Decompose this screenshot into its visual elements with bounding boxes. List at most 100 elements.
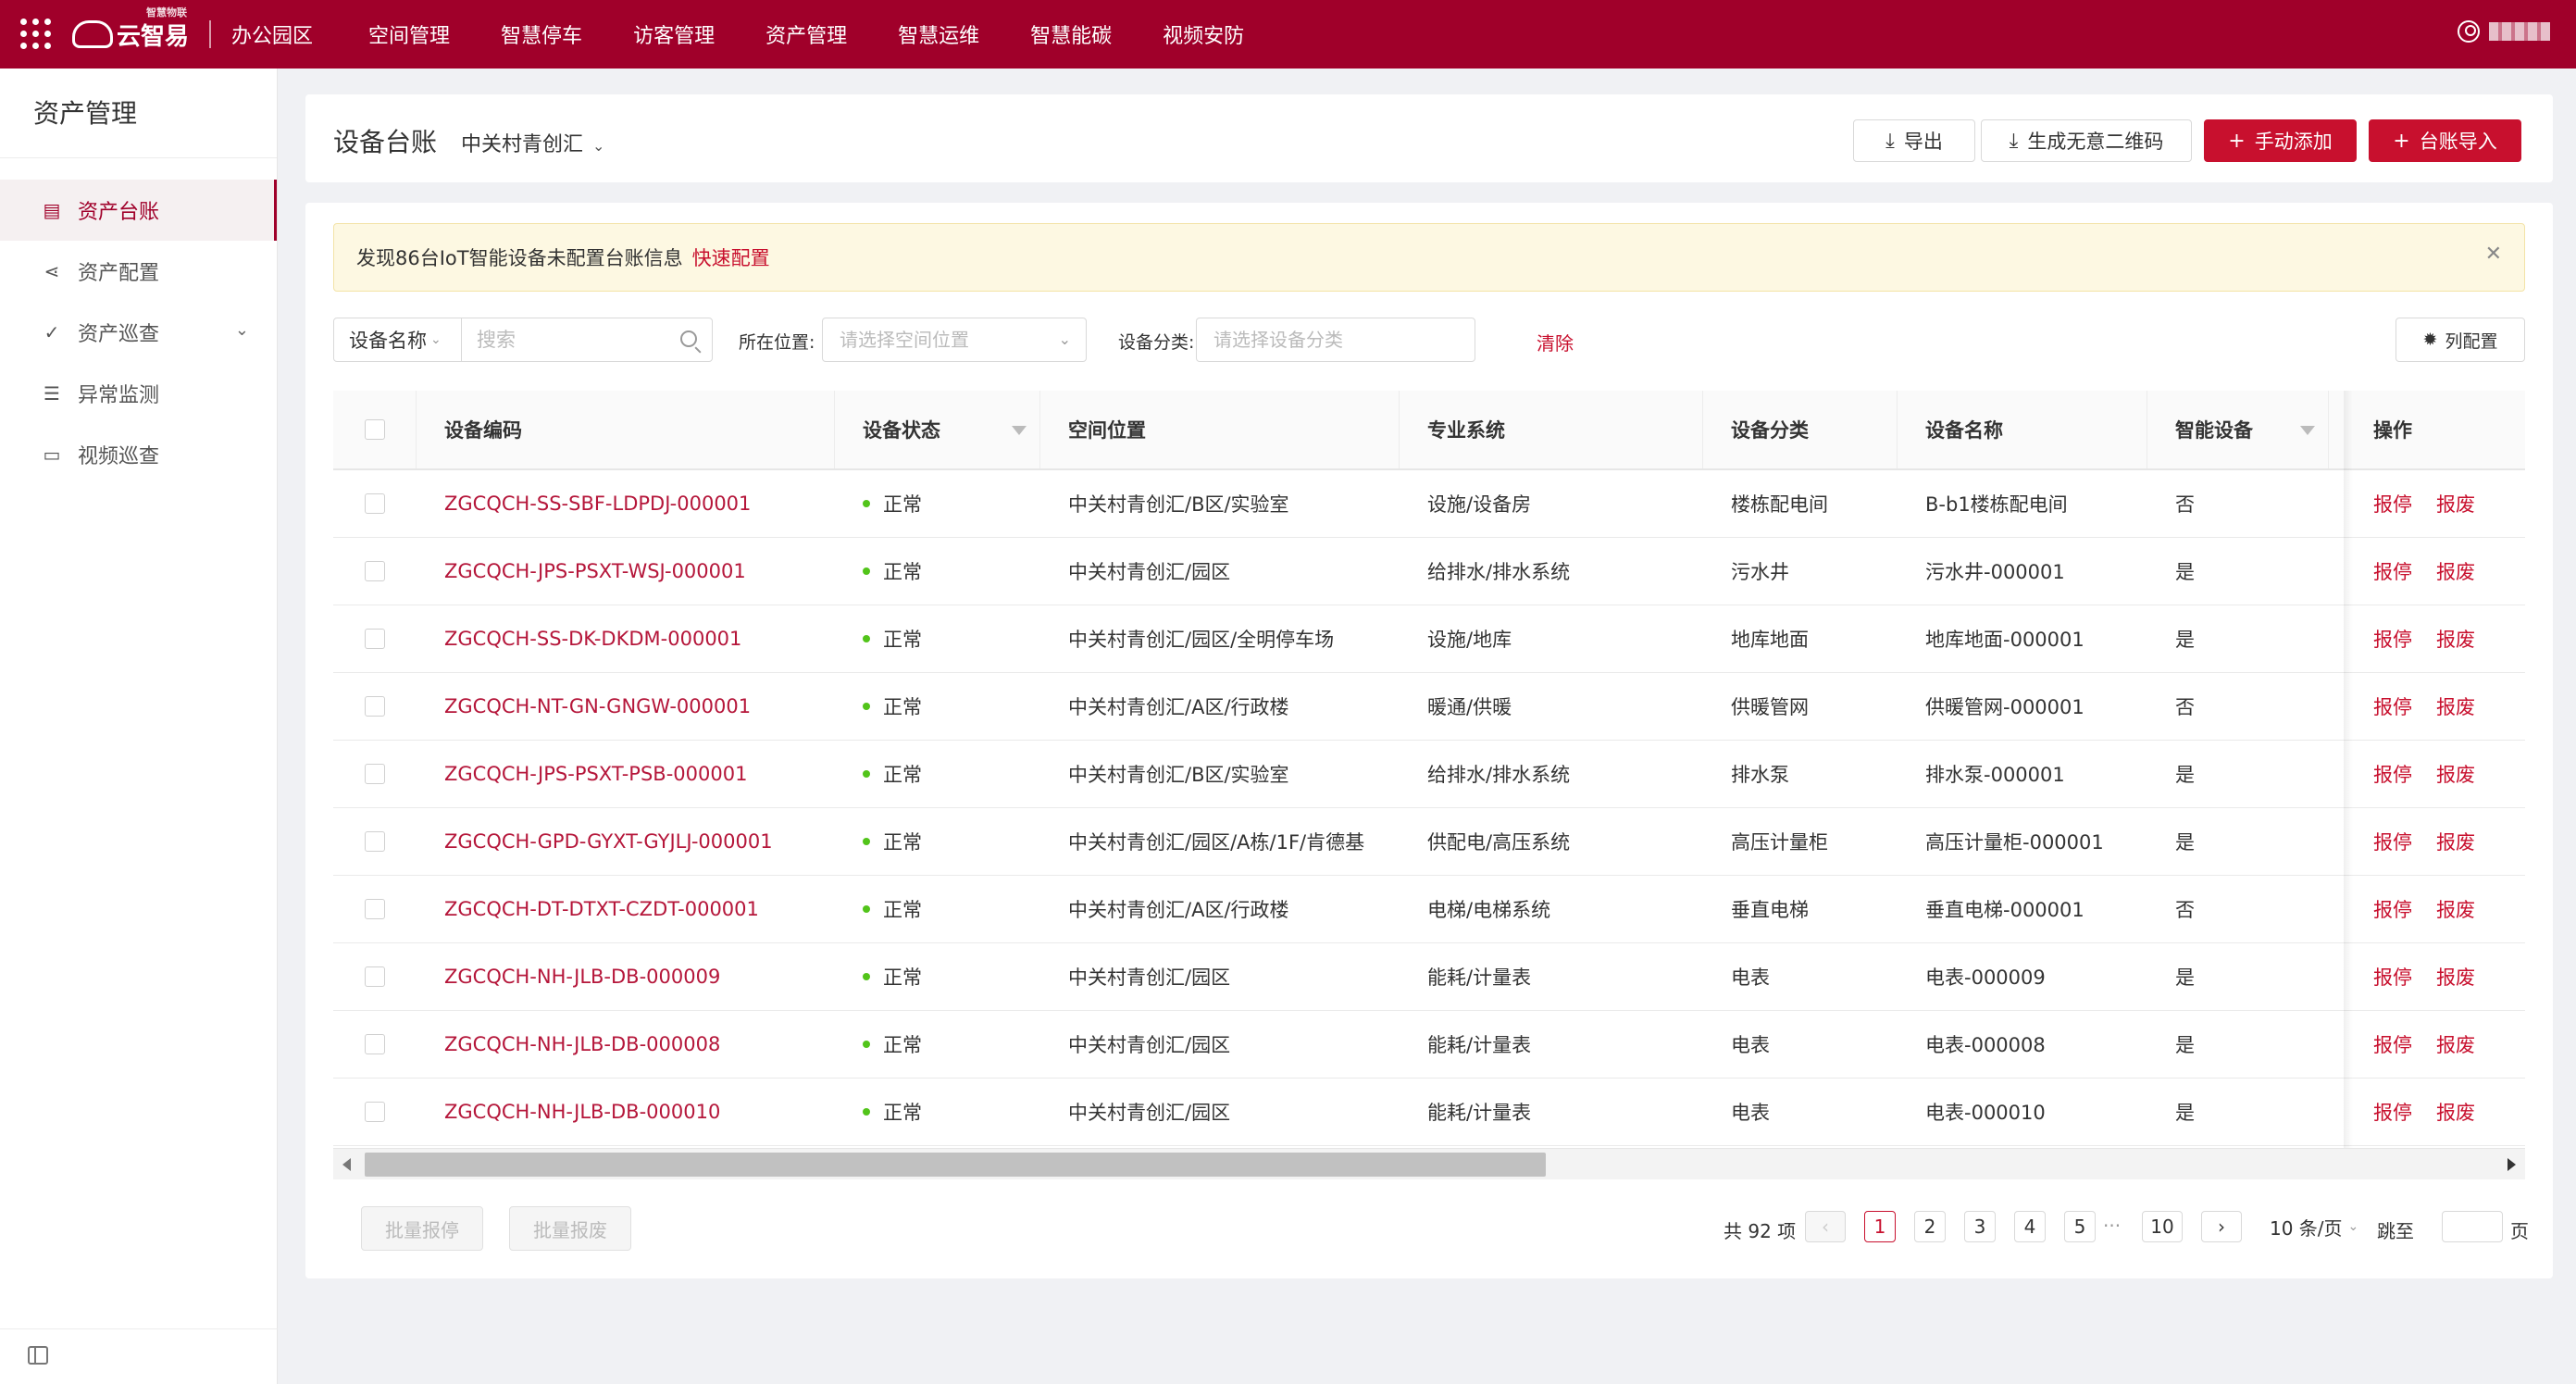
stop-action-link[interactable]: 报停 (2373, 828, 2412, 855)
cell-code[interactable]: ZGCQCH-NH-JLB-DB-000008 (417, 1011, 835, 1078)
jump-page-input[interactable] (2442, 1211, 2503, 1242)
row-checkbox[interactable] (365, 1034, 385, 1054)
horizontal-scrollbar[interactable] (333, 1148, 2525, 1179)
scrap-action-link[interactable]: 报废 (2436, 692, 2475, 720)
scrollbar-thumb[interactable] (365, 1153, 1546, 1177)
nav-item-visitor[interactable]: 访客管理 (633, 19, 715, 49)
search-input[interactable]: 搜索 (462, 318, 712, 361)
row-checkbox[interactable] (365, 899, 385, 919)
clear-filters-link[interactable]: 清除 (1537, 329, 1574, 355)
app-grid-icon[interactable] (20, 19, 52, 50)
nav-item-space[interactable]: 空间管理 (368, 19, 450, 49)
stop-action-link[interactable]: 报停 (2373, 625, 2412, 653)
scrap-action-link[interactable]: 报废 (2436, 828, 2475, 855)
cell-code[interactable]: ZGCQCH-NT-GN-GNGW-000001 (417, 673, 835, 740)
cell-code-text[interactable]: ZGCQCH-NH-JLB-DB-000009 (444, 966, 720, 988)
cell-code-text[interactable]: ZGCQCH-JPS-PSXT-PSB-000001 (444, 763, 747, 785)
cell-code-text[interactable]: ZGCQCH-SS-SBF-LDPDJ-000001 (444, 493, 751, 515)
bulk-stop-button[interactable]: 批量报停 (361, 1206, 483, 1251)
export-button[interactable]: ⤓ 导出 (1853, 119, 1975, 162)
location-select[interactable]: 请选择空间位置 ⌄ (822, 318, 1087, 362)
cell-code[interactable]: ZGCQCH-NH-JLB-DB-000010 (417, 1079, 835, 1145)
page-3-button[interactable]: 3 (1964, 1211, 1996, 1242)
sidebar-item-anomaly-monitor[interactable]: ☰ 异常监测 (0, 363, 277, 424)
manual-add-button[interactable]: + 手动添加 (2204, 119, 2357, 162)
scroll-left-arrow-icon[interactable] (342, 1158, 351, 1171)
quick-config-link[interactable]: 快速配置 (692, 243, 770, 271)
row-checkbox[interactable] (365, 629, 385, 649)
row-checkbox[interactable] (365, 764, 385, 784)
scrap-action-link[interactable]: 报废 (2436, 625, 2475, 653)
row-checkbox[interactable] (365, 1102, 385, 1122)
row-checkbox[interactable] (365, 493, 385, 514)
row-checkbox[interactable] (365, 966, 385, 987)
row-checkbox[interactable] (365, 831, 385, 852)
page-size-select[interactable]: 10 条/页 ⌄ (2264, 1211, 2373, 1242)
stop-action-link[interactable]: 报停 (2373, 760, 2412, 788)
nav-item-energy[interactable]: 智慧能碳 (1030, 19, 1112, 49)
nav-item-parking[interactable]: 智慧停车 (501, 19, 582, 49)
bulk-scrap-button[interactable]: 批量报废 (509, 1206, 631, 1251)
page-4-button[interactable]: 4 (2014, 1211, 2046, 1242)
site-selector[interactable]: 中关村青创汇 ⌄ (461, 128, 604, 157)
search-icon[interactable] (680, 330, 697, 347)
prev-page-button[interactable]: ‹ (1805, 1211, 1846, 1242)
stop-action-link[interactable]: 报停 (2373, 1098, 2412, 1126)
page-5-button[interactable]: 5 (2064, 1211, 2096, 1242)
filter-icon[interactable] (2300, 426, 2315, 435)
scrap-action-link[interactable]: 报废 (2436, 963, 2475, 991)
cell-code[interactable]: ZGCQCH-GPD-GYXT-GYJLJ-000001 (417, 808, 835, 875)
cell-code-text[interactable]: ZGCQCH-NH-JLB-DB-000008 (444, 1033, 720, 1055)
row-checkbox[interactable] (365, 696, 385, 717)
generate-qrcode-button[interactable]: ⤓ 生成无意二维码 (1981, 119, 2192, 162)
scrap-action-link[interactable]: 报废 (2436, 490, 2475, 517)
park-name[interactable]: 办公园区 (231, 19, 313, 49)
stop-action-link[interactable]: 报停 (2373, 895, 2412, 923)
scroll-right-arrow-icon[interactable] (2508, 1158, 2516, 1171)
cell-code[interactable]: ZGCQCH-SS-DK-DKDM-000001 (417, 605, 835, 672)
row-checkbox[interactable] (365, 561, 385, 581)
user-menu[interactable] (2458, 20, 2550, 43)
scrap-action-link[interactable]: 报废 (2436, 760, 2475, 788)
page-2-button[interactable]: 2 (1914, 1211, 1946, 1242)
ledger-import-button[interactable]: + 台账导入 (2369, 119, 2521, 162)
page-1-button[interactable]: 1 (1864, 1211, 1896, 1242)
cell-code-text[interactable]: ZGCQCH-SS-DK-DKDM-000001 (444, 628, 741, 650)
next-page-button[interactable]: › (2201, 1211, 2242, 1242)
sidebar-collapse-icon[interactable] (28, 1346, 48, 1365)
nav-item-operation[interactable]: 智慧运维 (898, 19, 979, 49)
cell-code-text[interactable]: ZGCQCH-GPD-GYXT-GYJLJ-000001 (444, 830, 773, 853)
cell-code[interactable]: ZGCQCH-NH-JLB-DB-000009 (417, 943, 835, 1010)
close-icon[interactable]: ✕ (2485, 243, 2502, 266)
scrap-action-link[interactable]: 报废 (2436, 895, 2475, 923)
stop-action-link[interactable]: 报停 (2373, 1030, 2412, 1058)
page-10-button[interactable]: 10 (2142, 1211, 2183, 1242)
cell-code-text[interactable]: ZGCQCH-NT-GN-GNGW-000001 (444, 695, 751, 717)
nav-item-video[interactable]: 视频安防 (1163, 19, 1244, 49)
pagination-ellipsis[interactable]: ··· (2103, 1215, 2121, 1237)
scrap-action-link[interactable]: 报废 (2436, 557, 2475, 585)
cell-code[interactable]: ZGCQCH-DT-DTXT-CZDT-000001 (417, 876, 835, 942)
sidebar-item-asset-config[interactable]: ⋖ 资产配置 (0, 241, 277, 302)
sidebar-item-video-inspection[interactable]: ▭ 视频巡查 (0, 424, 277, 485)
scrap-action-link[interactable]: 报废 (2436, 1030, 2475, 1058)
cell-code-text[interactable]: ZGCQCH-NH-JLB-DB-000010 (444, 1101, 720, 1123)
cell-code[interactable]: ZGCQCH-JPS-PSXT-PSB-000001 (417, 741, 835, 807)
sidebar-item-asset-inspection[interactable]: ✓ 资产巡查 ⌄ (0, 302, 277, 363)
cell-code[interactable]: ZGCQCH-SS-SBF-LDPDJ-000001 (417, 470, 835, 537)
stop-action-link[interactable]: 报停 (2373, 692, 2412, 720)
stop-action-link[interactable]: 报停 (2373, 963, 2412, 991)
search-field-select[interactable]: 设备名称 ⌄ (334, 318, 462, 361)
cell-code[interactable]: ZGCQCH-JPS-PSXT-WSJ-000001 (417, 538, 835, 605)
stop-action-link[interactable]: 报停 (2373, 557, 2412, 585)
cell-code-text[interactable]: ZGCQCH-DT-DTXT-CZDT-000001 (444, 898, 759, 920)
stop-action-link[interactable]: 报停 (2373, 490, 2412, 517)
sidebar-item-asset-ledger[interactable]: ▤ 资产台账 (0, 180, 277, 241)
filter-icon[interactable] (1012, 426, 1027, 435)
select-all-checkbox[interactable] (364, 419, 385, 440)
category-select[interactable]: 请选择设备分类 (1196, 318, 1475, 362)
cell-code-text[interactable]: ZGCQCH-JPS-PSXT-WSJ-000001 (444, 560, 746, 582)
column-config-button[interactable]: ✹ 列配置 (2396, 318, 2525, 362)
scrap-action-link[interactable]: 报废 (2436, 1098, 2475, 1126)
nav-item-asset[interactable]: 资产管理 (765, 19, 847, 49)
